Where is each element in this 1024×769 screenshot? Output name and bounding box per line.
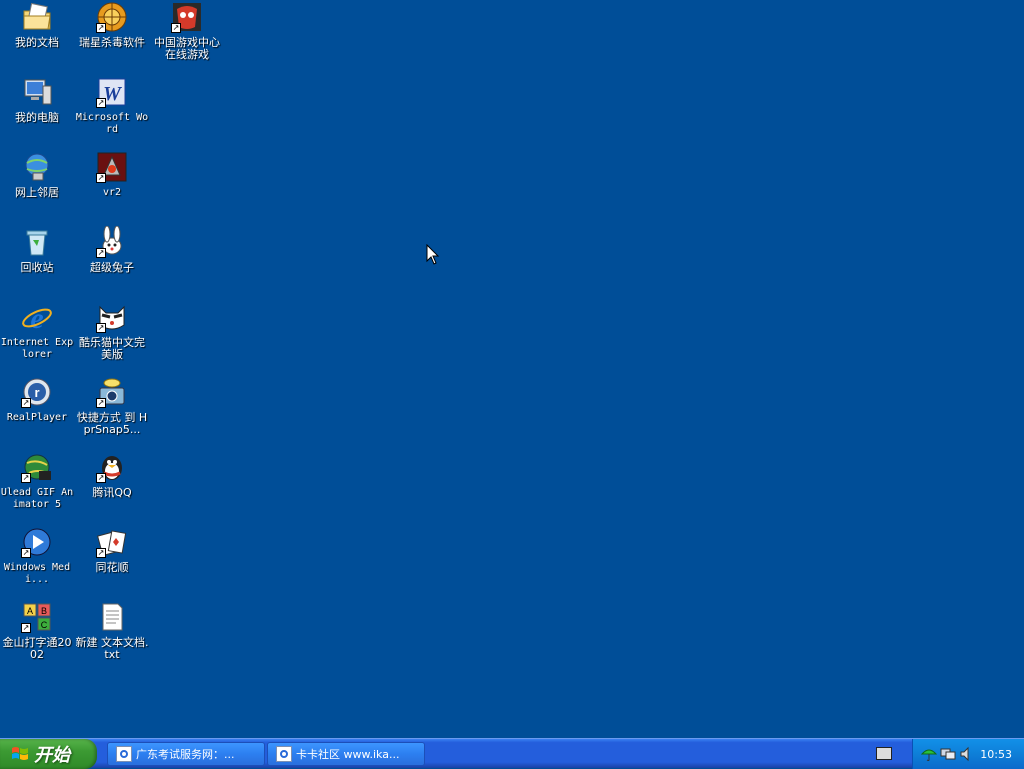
keyboard-language-icon[interactable] <box>876 747 892 760</box>
shortcut-arrow-icon: ↗ <box>21 473 31 483</box>
shortcut-arrow-icon: ↗ <box>96 98 106 108</box>
desktop-icon-label: Windows Medi... <box>3 562 71 585</box>
shortcut-arrow-icon: ↗ <box>96 173 106 183</box>
folder-documents-icon <box>21 1 53 33</box>
desktop-icon[interactable]: 新建 文本文档.txt <box>75 600 149 661</box>
realplayer-icon: r ↗ <box>21 376 53 408</box>
desktop-icon[interactable]: A B C ↗ 金山打字通2002 <box>0 600 74 661</box>
network-tray-icon[interactable] <box>940 746 956 762</box>
taskbar-button-label: 卡卡社区 www.ika... <box>296 748 400 761</box>
desktop-icon[interactable]: ↗ 瑞星杀毒软件 <box>75 0 149 49</box>
internet-explorer-icon: e <box>21 301 53 333</box>
desktop-icon-label: RealPlayer <box>6 412 68 423</box>
svg-text:r: r <box>34 385 39 400</box>
word-icon: W ↗ <box>96 76 128 108</box>
desktop-icon[interactable]: e Internet Explorer <box>0 300 74 361</box>
desktop-icon-label: 金山打字通2002 <box>2 636 72 661</box>
desktop-icon-label: 中国游戏中心在线游戏 <box>154 36 220 61</box>
shortcut-arrow-icon: ↗ <box>96 473 106 483</box>
desktop-icon[interactable]: ↗ 同花顺 <box>75 525 149 574</box>
shortcut-arrow-icon: ↗ <box>96 248 106 258</box>
computer-icon <box>21 76 53 108</box>
vr2-game-icon: ↗ <box>96 151 128 183</box>
desktop-icon-label: 同花顺 <box>95 561 129 574</box>
text-file-icon <box>96 601 128 633</box>
clock[interactable]: 10:53 <box>980 748 1012 761</box>
shortcut-arrow-icon: ↗ <box>96 398 106 408</box>
desktop-icon-label: Microsoft Word <box>75 112 149 135</box>
desktop-icon-label: 超级兔子 <box>90 261 134 274</box>
desktop-icon-label: 新建 文本文档.txt <box>75 636 149 661</box>
desktop-icon-label: Ulead GIF Animator 5 <box>0 487 74 510</box>
start-label: 开始 <box>34 745 70 766</box>
desktop-icon[interactable]: ↗ Ulead GIF Animator 5 <box>0 450 74 511</box>
system-tray: 10:53 <box>912 739 1024 769</box>
desktop-icon-label: Internet Explorer <box>0 337 74 360</box>
shortcut-arrow-icon: ↗ <box>171 23 181 33</box>
desktop-icon[interactable]: ↗ vr2 <box>75 150 149 199</box>
desktop-icon[interactable]: W ↗ Microsoft Word <box>75 75 149 136</box>
desktop-icon-label: 瑞星杀毒软件 <box>79 36 145 49</box>
desktop-icon-label: 回收站 <box>20 261 54 274</box>
taskbar-button-label: 广东考试服务网：... <box>136 748 235 761</box>
desktop-icon[interactable]: 我的电脑 <box>0 75 74 124</box>
rabbit-icon: ↗ <box>96 226 128 258</box>
desktop-icon[interactable]: ↗ 超级兔子 <box>75 225 149 274</box>
mouse-pointer-icon <box>426 244 440 265</box>
desktop-icon[interactable]: 回收站 <box>0 225 74 274</box>
recycle-bin-icon <box>21 226 53 258</box>
taskbar-button-gdexam[interactable]: 广东考试服务网：... <box>107 742 265 766</box>
desktop-icon[interactable]: ↗ 酷乐猫中文完美版 <box>75 300 149 361</box>
desktop-icon-label: 我的电脑 <box>15 111 59 124</box>
svg-text:B: B <box>41 606 47 616</box>
taskbar-button-ika[interactable]: 卡卡社区 www.ika... <box>267 742 425 766</box>
ie-page-icon <box>276 746 292 762</box>
desktop-icon[interactable]: ↗ 中国游戏中心在线游戏 <box>150 0 224 61</box>
start-button[interactable]: 开始 <box>0 739 97 769</box>
cards-icon: ↗ <box>96 526 128 558</box>
desktop-icon-label: 我的文档 <box>15 36 59 49</box>
shortcut-arrow-icon: ↗ <box>96 23 106 33</box>
media-player-icon: ↗ <box>21 526 53 558</box>
cat-icon: ↗ <box>96 301 128 333</box>
desktop-icon[interactable]: ↗ 腾讯QQ <box>75 450 149 499</box>
shortcut-arrow-icon: ↗ <box>96 548 106 558</box>
svg-text:C: C <box>41 620 48 630</box>
shortcut-arrow-icon: ↗ <box>96 323 106 333</box>
ulead-globe-icon: ↗ <box>21 451 53 483</box>
desktop[interactable]: 我的文档 ↗ 瑞星杀毒软件 ↗ 中国游戏中心在线游戏我的电脑 W ↗ Microsoft Wo… <box>0 0 1024 738</box>
desktop-icon-label: 快捷方式 到 HprSnap5... <box>76 411 148 436</box>
network-icon <box>21 151 53 183</box>
desktop-icon-label: 酷乐猫中文完美版 <box>79 336 145 361</box>
camera-icon: ↗ <box>96 376 128 408</box>
shortcut-arrow-icon: ↗ <box>21 398 31 408</box>
desktop-icon[interactable]: 我的文档 <box>0 0 74 49</box>
desktop-icon-label: vr2 <box>102 187 122 198</box>
desktop-icon[interactable]: ↗ 快捷方式 到 HprSnap5... <box>75 375 149 436</box>
windows-logo-icon <box>12 747 28 760</box>
desktop-icon[interactable]: ↗ Windows Medi... <box>0 525 74 586</box>
abc-blocks-icon: A B C ↗ <box>21 601 53 633</box>
qq-penguin-icon: ↗ <box>96 451 128 483</box>
shortcut-arrow-icon: ↗ <box>21 623 31 633</box>
chinagame-mask-icon: ↗ <box>171 1 203 33</box>
volume-tray-icon[interactable] <box>959 746 975 762</box>
ie-page-icon <box>116 746 132 762</box>
shortcut-arrow-icon: ↗ <box>21 548 31 558</box>
rising-antivirus-icon: ↗ <box>96 1 128 33</box>
desktop-icon[interactable]: r ↗ RealPlayer <box>0 375 74 424</box>
taskbar: 开始 广东考试服务网：... 卡卡社区 www.ika... 10:53 <box>0 738 1024 769</box>
svg-text:e: e <box>30 302 43 333</box>
desktop-icon-label: 腾讯QQ <box>92 486 132 499</box>
desktop-icon[interactable]: 网上邻居 <box>0 150 74 199</box>
svg-text:A: A <box>27 606 33 616</box>
umbrella-tray-icon[interactable] <box>921 746 937 762</box>
desktop-icon-label: 网上邻居 <box>15 186 59 199</box>
